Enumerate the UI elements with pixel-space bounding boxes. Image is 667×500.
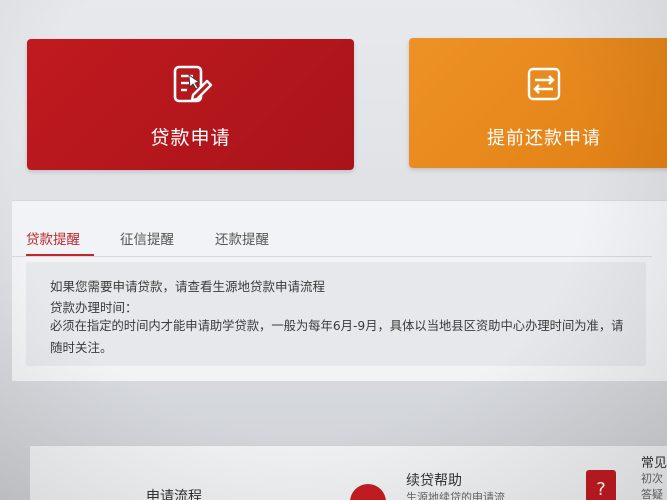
apply-process-title[interactable]: 申请流程 xyxy=(146,486,202,500)
tab-repay-reminder[interactable]: 还款提醒 xyxy=(215,228,269,248)
notice-line-3: 必须在指定的时间内才能申请助学贷款，一般为每年6月-9月，具体以当地县区资助中心… xyxy=(50,319,624,333)
early-repay-label: 提前还款申请 xyxy=(487,128,601,149)
tab-loan-reminder[interactable]: 贷款提醒 xyxy=(26,228,80,248)
notice-line-1: 如果您需要申请贷款，请查看生源地贷款申请流程 xyxy=(50,279,326,294)
tab-credit-reminder[interactable]: 征信提醒 xyxy=(120,228,174,248)
notice-line-2: 贷款办理时间： xyxy=(50,300,138,315)
loan-notice-box: 如果您需要申请贷款，请查看生源地贷款申请流程 贷款办理时间： 必须在指定的时间内… xyxy=(26,262,646,366)
early-repay-card[interactable]: 提前还款申请 xyxy=(409,38,667,168)
faq-subtitle-1: 初次 xyxy=(641,472,663,485)
active-tab-indicator xyxy=(26,254,94,256)
loan-apply-card[interactable]: 贷款申请 xyxy=(27,39,354,170)
renew-help-title[interactable]: 续贷帮助 xyxy=(406,470,462,490)
faq-title[interactable]: 常见 xyxy=(641,452,667,471)
faq-subtitle-2: 答疑 xyxy=(641,488,663,500)
notice-line-4: 随时关注。 xyxy=(50,340,113,355)
form-edit-icon xyxy=(173,65,212,103)
loan-apply-label: 贷款申请 xyxy=(150,127,231,149)
repay-exchange-icon xyxy=(527,67,561,101)
reminder-tabs: 贷款提醒 征信提醒 还款提醒 xyxy=(12,222,652,257)
renew-help-subtitle: 生源地续贷的申请流 xyxy=(406,491,505,500)
help-section xyxy=(30,445,667,500)
faq-clipboard-icon: ? xyxy=(586,470,616,500)
